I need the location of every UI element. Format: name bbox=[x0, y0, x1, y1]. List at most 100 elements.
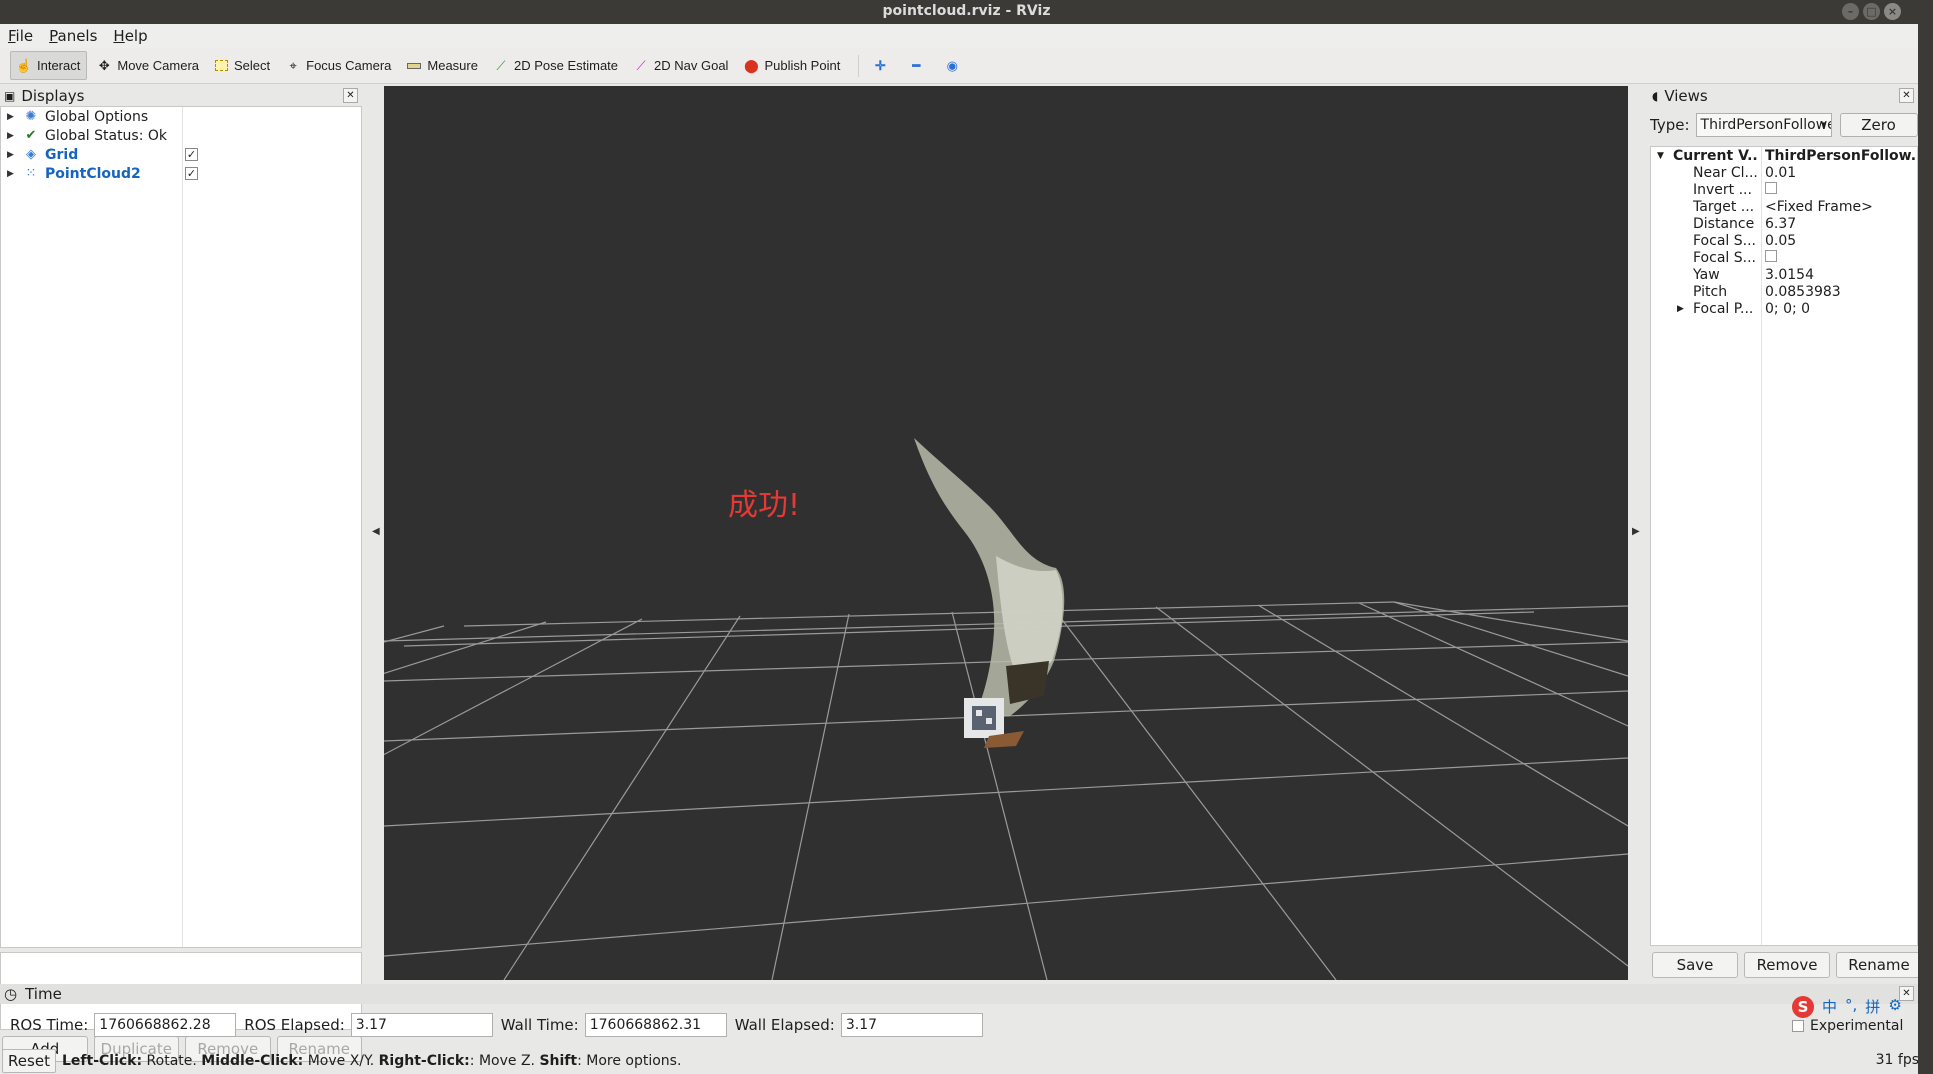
expand-arrow-icon[interactable]: ▶ bbox=[7, 169, 15, 179]
close-panel-icon[interactable]: ✕ bbox=[343, 88, 358, 103]
prop-row[interactable]: Focal S... bbox=[1651, 249, 1917, 266]
3d-viewport[interactable]: 成功! bbox=[384, 86, 1628, 980]
expand-arrow-icon[interactable]: ▶ bbox=[7, 131, 15, 141]
wall-time-field[interactable]: 1760668862.31 bbox=[584, 1013, 727, 1037]
ime-lang-toggle[interactable]: 中 bbox=[1822, 996, 1837, 1018]
select-tool[interactable]: Select bbox=[209, 51, 276, 80]
current-view-label: Current V... bbox=[1673, 147, 1759, 164]
expand-arrow-icon[interactable]: ▶ bbox=[7, 112, 15, 122]
hand-icon: ☝ bbox=[15, 57, 33, 73]
current-view-row[interactable]: ▼ Current V... ThirdPersonFollow... bbox=[1651, 147, 1917, 164]
focal-shape-checkbox[interactable] bbox=[1765, 249, 1777, 262]
prop-row[interactable]: Yaw 3.0154 bbox=[1651, 266, 1917, 283]
ime-pinyin-toggle[interactable]: 拼 bbox=[1865, 996, 1880, 1018]
hint-left-click-action: Rotate. bbox=[142, 1053, 202, 1069]
prop-value[interactable]: 0; 0; 0 bbox=[1765, 301, 1915, 317]
check-icon: ✔ bbox=[25, 128, 37, 143]
interact-tool[interactable]: ☝ Interact bbox=[10, 51, 88, 80]
nav-goal-tool[interactable]: ⟋ 2D Nav Goal bbox=[628, 51, 734, 80]
menu-help-label: elp bbox=[124, 27, 148, 45]
remove-view-button[interactable]: Remove bbox=[1744, 952, 1830, 978]
select-label: Select bbox=[234, 58, 271, 73]
prop-value[interactable]: 0.01 bbox=[1765, 165, 1915, 181]
prop-key: Invert ... bbox=[1693, 181, 1752, 198]
ime-toolbar[interactable]: S 中 °, 拼 ⚙ bbox=[1792, 996, 1902, 1018]
prop-row[interactable]: Pitch 0.0853983 bbox=[1651, 283, 1917, 300]
map-pin-icon: ⬤ bbox=[744, 57, 759, 73]
ruler-icon bbox=[407, 62, 422, 69]
remove-tool-button[interactable]: ━ bbox=[903, 51, 935, 80]
prop-row[interactable]: ▶ Focal P... 0; 0; 0 bbox=[1651, 300, 1917, 317]
point-cloud bbox=[914, 438, 1065, 748]
add-tool-button[interactable]: ✛ bbox=[867, 51, 899, 80]
window-title: pointcloud.rviz - RViz bbox=[882, 3, 1051, 19]
menu-panels[interactable]: Panels bbox=[49, 27, 97, 45]
prop-row[interactable]: Invert ... bbox=[1651, 181, 1917, 198]
nav-goal-label: 2D Nav Goal bbox=[654, 58, 729, 73]
move-camera-tool[interactable]: ✥ Move Camera bbox=[91, 51, 205, 80]
prop-row[interactable]: Near Cl... 0.01 bbox=[1651, 164, 1917, 181]
plus-icon: ✛ bbox=[874, 57, 886, 73]
reset-button[interactable]: Reset bbox=[2, 1049, 56, 1073]
menu-help[interactable]: Help bbox=[113, 27, 147, 45]
prop-value[interactable]: 0.0853983 bbox=[1765, 284, 1915, 300]
ime-punct-toggle[interactable]: °, bbox=[1845, 996, 1857, 1018]
maximize-icon[interactable]: □ bbox=[1863, 3, 1880, 20]
measure-tool[interactable]: Measure bbox=[401, 51, 484, 80]
focus-camera-tool[interactable]: ⌖ Focus Camera bbox=[280, 51, 397, 80]
tree-item-pointcloud2[interactable]: ▶ ⁙ PointCloud2 ✓ bbox=[1, 164, 361, 183]
experimental-label: Experimental bbox=[1810, 1018, 1904, 1034]
invert-checkbox[interactable] bbox=[1765, 181, 1777, 194]
prop-value[interactable]: 3.0154 bbox=[1765, 267, 1915, 283]
hint-shift-action: : More options. bbox=[577, 1053, 682, 1069]
collapse-arrow-icon[interactable]: ▼ bbox=[1657, 151, 1664, 161]
rename-view-button[interactable]: Rename bbox=[1836, 952, 1922, 978]
close-panel-icon[interactable]: ✕ bbox=[1899, 88, 1914, 103]
collapse-right-arrow-icon[interactable]: ▶ bbox=[1632, 526, 1640, 537]
prop-row[interactable]: Target ... <Fixed Frame> bbox=[1651, 198, 1917, 215]
green-arrow-icon: ⟋ bbox=[496, 57, 506, 73]
menu-file[interactable]: File bbox=[8, 27, 33, 45]
view-properties-tree: ▼ Current V... ThirdPersonFollow... Near… bbox=[1650, 146, 1918, 946]
publish-point-tool[interactable]: ⬤ Publish Point bbox=[738, 51, 846, 80]
zero-button[interactable]: Zero bbox=[1839, 113, 1918, 137]
expand-arrow-icon[interactable]: ▶ bbox=[7, 150, 15, 160]
prop-key: Focal S... bbox=[1693, 232, 1756, 249]
expand-arrow-icon[interactable]: ▶ bbox=[1677, 304, 1684, 314]
view-type-select[interactable]: ThirdPersonFollower bbox=[1695, 113, 1832, 137]
prop-value[interactable]: <Fixed Frame> bbox=[1765, 199, 1915, 215]
displays-title: Displays bbox=[21, 87, 85, 105]
ros-elapsed-field[interactable]: 3.17 bbox=[350, 1013, 493, 1037]
prop-row[interactable]: Focal S... 0.05 bbox=[1651, 232, 1917, 249]
prop-value[interactable]: 0.05 bbox=[1765, 233, 1915, 249]
displays-tree: ▶ ✺ Global Options ▶ ✔ Global Status: Ok… bbox=[0, 106, 362, 948]
pose-estimate-tool[interactable]: ⟋ 2D Pose Estimate bbox=[488, 51, 624, 80]
views-title: Views bbox=[1664, 87, 1708, 105]
time-row: ROS Time: 1760668862.28 ROS Elapsed: 3.1… bbox=[0, 1010, 1918, 1040]
tree-item-label: Global Options bbox=[45, 108, 149, 125]
tree-item-grid[interactable]: ▶ ◈ Grid ✓ bbox=[1, 145, 361, 164]
collapse-left-arrow-icon[interactable]: ◀ bbox=[372, 526, 380, 537]
ros-time-field[interactable]: 1760668862.28 bbox=[94, 1013, 237, 1037]
wall-elapsed-field[interactable]: 3.17 bbox=[840, 1013, 983, 1037]
prop-value[interactable]: 6.37 bbox=[1765, 216, 1915, 232]
tree-item-label: Global Status: Ok bbox=[45, 127, 168, 144]
window-titlebar: pointcloud.rviz - RViz – □ × bbox=[0, 0, 1933, 24]
close-icon[interactable]: × bbox=[1884, 3, 1901, 20]
prop-row[interactable]: Distance 6.37 bbox=[1651, 215, 1917, 232]
tree-item-global-options[interactable]: ▶ ✺ Global Options bbox=[1, 107, 361, 126]
grid-enable-checkbox[interactable]: ✓ bbox=[185, 148, 198, 161]
experimental-checkbox[interactable] bbox=[1792, 1020, 1804, 1032]
menu-file-mnemonic: F bbox=[8, 27, 16, 45]
pointcloud-enable-checkbox[interactable]: ✓ bbox=[185, 167, 198, 180]
sogou-ime-icon[interactable]: S bbox=[1792, 996, 1814, 1018]
current-view-value: ThirdPersonFollow... bbox=[1765, 147, 1915, 164]
menu-help-mnemonic: H bbox=[113, 27, 125, 45]
settings-gear-icon[interactable]: ⚙ bbox=[1888, 996, 1901, 1018]
tree-item-global-status[interactable]: ▶ ✔ Global Status: Ok bbox=[1, 126, 361, 145]
save-view-button[interactable]: Save bbox=[1652, 952, 1738, 978]
camera-type-button[interactable]: ◉ bbox=[939, 51, 971, 80]
minimize-icon[interactable]: – bbox=[1842, 3, 1859, 20]
view-type-row: Type: ThirdPersonFollower Zero bbox=[1650, 112, 1918, 138]
hint-middle-click-key: Middle-Click: bbox=[201, 1053, 304, 1069]
